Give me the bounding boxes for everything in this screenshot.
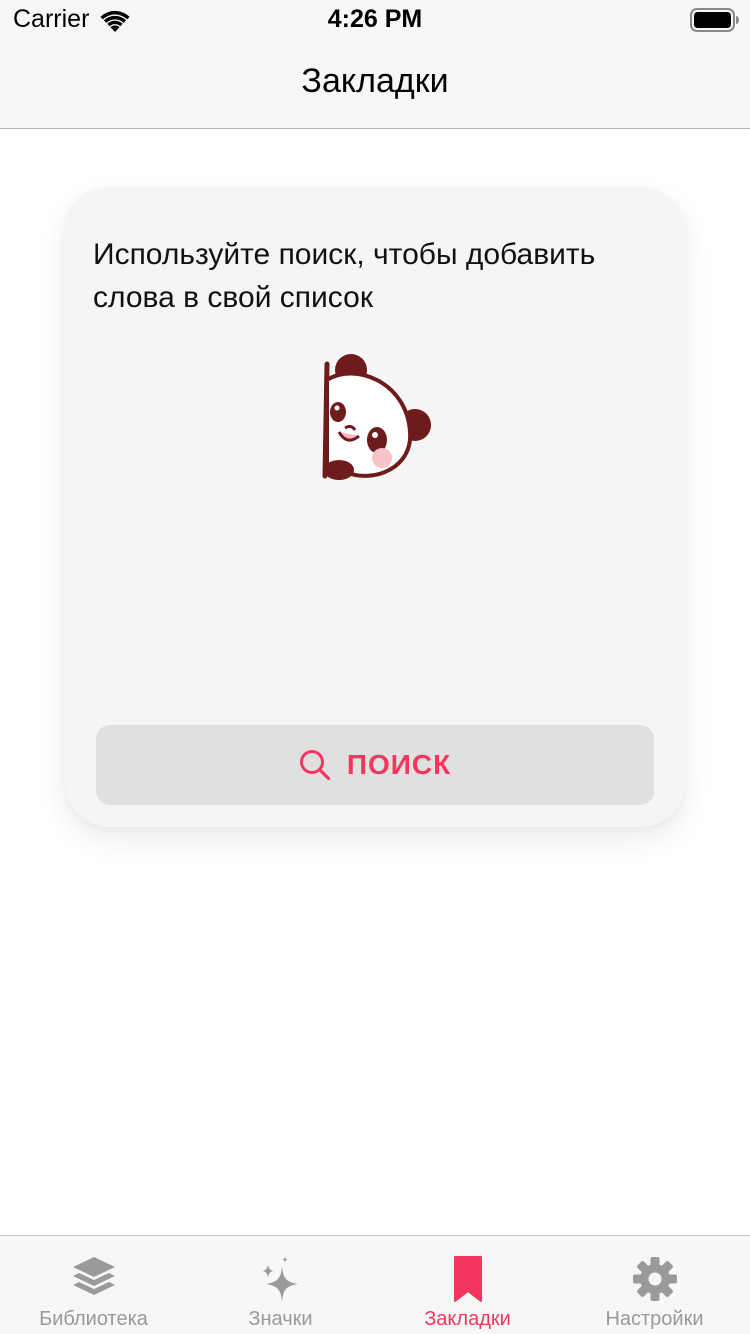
battery-icon — [690, 8, 739, 32]
tab-label: Закладки — [424, 1308, 511, 1330]
tab-label: Настройки — [605, 1308, 704, 1330]
status-bar: Carrier 4:26 PM — [0, 0, 750, 40]
bookmark-icon — [443, 1254, 493, 1304]
empty-state-card: Используйте поиск, чтобы добавить слова … — [65, 187, 685, 827]
tab-bookmarks[interactable]: Закладки — [374, 1236, 561, 1334]
layers-icon — [69, 1254, 119, 1304]
tab-badges[interactable]: Значки — [187, 1236, 374, 1334]
sparkles-icon — [256, 1254, 306, 1304]
screen: Carrier 4:26 PM Закладки Используйте пои… — [0, 0, 750, 1334]
empty-state-message: Используйте поиск, чтобы добавить слова … — [93, 238, 596, 314]
panda-icon — [322, 354, 431, 480]
search-icon — [299, 750, 330, 781]
tab-settings[interactable]: Настройки — [561, 1236, 748, 1334]
search-button-label: ПОИСК — [346, 749, 452, 780]
page-title: Закладки — [301, 62, 449, 100]
tab-library[interactable]: Библиотека — [0, 1236, 187, 1334]
gear-icon — [630, 1254, 680, 1304]
clock: 4:26 PM — [327, 5, 423, 33]
tab-bar: Библиотека Значки Закладки Настройки — [0, 1235, 750, 1334]
tab-label: Значки — [248, 1308, 313, 1330]
tab-label: Библиотека — [39, 1308, 148, 1330]
navigation-bar: Закладки — [0, 40, 750, 129]
search-button[interactable]: ПОИСК — [96, 725, 654, 805]
